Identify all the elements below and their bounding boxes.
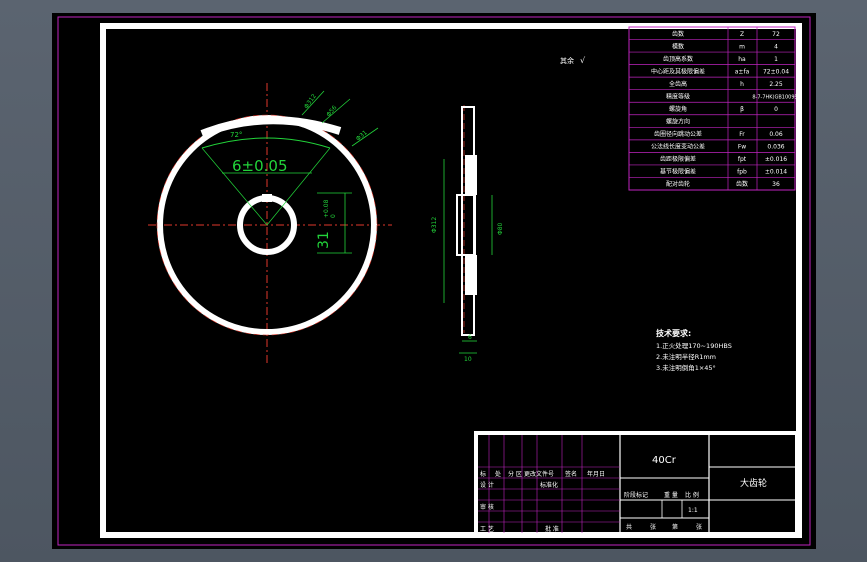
tb-r3-0: 审 核 bbox=[480, 503, 494, 511]
param-sym: fpb bbox=[737, 169, 747, 176]
param-name: 螺旋角 bbox=[669, 105, 687, 113]
param-val: 36 bbox=[772, 181, 780, 188]
param-table-frame bbox=[628, 26, 796, 191]
angle-arc bbox=[201, 137, 331, 149]
tb-r1-1: 处 bbox=[495, 470, 501, 478]
drawing-svg: 72° 6±0.05 31 +0.08 0 Φ312 Φ56 Φ31 其余 √ … bbox=[57, 16, 811, 546]
param-name: 配对齿轮 bbox=[666, 180, 690, 188]
side-height-label: Φ312 bbox=[431, 217, 438, 233]
key-depth-lower: 0 bbox=[330, 214, 337, 218]
side-view: Φ312 Φ80 6 10 bbox=[431, 105, 504, 363]
tb-r1-0: 标 bbox=[480, 470, 486, 478]
param-sym: h bbox=[740, 81, 744, 88]
param-name: 齿数 bbox=[672, 30, 684, 38]
param-name: 精度等级 bbox=[666, 92, 690, 100]
param-val: 0.06 bbox=[769, 131, 783, 138]
tb-r1-4: 签名 bbox=[565, 470, 577, 478]
hub-width-label: 6 bbox=[468, 334, 472, 341]
tech-item-1: 1.正火处理170~190HBS bbox=[656, 341, 732, 350]
param-sym: 齿数 bbox=[736, 180, 748, 188]
param-name: 中心距及其极限偏差 bbox=[651, 67, 705, 75]
tb-bottom-3: 张 bbox=[696, 523, 702, 531]
param-val: 72 bbox=[772, 31, 780, 38]
param-name: 全齿高 bbox=[669, 80, 687, 88]
dim-d2: Φ56 bbox=[325, 104, 338, 118]
title-block: 标 处 分 区 更改文件号 签名 年月日 设 计 标准化 审 核 工 艺 批 准… bbox=[474, 431, 799, 537]
tb-r2-0: 设 计 bbox=[480, 481, 494, 489]
param-sym: m bbox=[739, 43, 745, 50]
outer-frame bbox=[57, 16, 811, 546]
tb-r1-5: 年月日 bbox=[587, 470, 605, 478]
param-rows: 齿数 Z 72 模数 m 4 齿顶高系数 ha 1 中心距及其极限偏差 a±fa 72±0.04 全齿高… bbox=[629, 30, 800, 188]
angle-label: 72° bbox=[230, 131, 242, 139]
dim-d1: Φ312 bbox=[303, 93, 318, 110]
tb-stage-1: 重 量 bbox=[664, 491, 678, 499]
param-val: 1 bbox=[774, 56, 778, 63]
param-val: 4 bbox=[774, 43, 778, 50]
side-web-bot bbox=[465, 255, 477, 295]
tb-r1-3: 更改文件号 bbox=[524, 470, 554, 478]
roughness-symbol: √ bbox=[580, 56, 586, 65]
param-val: 2.25 bbox=[769, 81, 783, 88]
param-val: 0 bbox=[774, 106, 778, 113]
tech-item-3: 3.未注明倒角1×45° bbox=[656, 363, 716, 372]
param-sym: Fw bbox=[738, 144, 746, 151]
scale: 1:1 bbox=[688, 507, 698, 514]
note-other: 其余 bbox=[560, 56, 574, 65]
side-inner-label: Φ80 bbox=[497, 222, 504, 235]
tech-title: 技术要求: bbox=[656, 328, 691, 338]
tb-bottom-2: 第 bbox=[672, 523, 678, 531]
drawing-canvas: 72° 6±0.05 31 +0.08 0 Φ312 Φ56 Φ31 其余 √ … bbox=[52, 13, 816, 549]
param-sym: Fr bbox=[739, 131, 745, 138]
param-name: 螺旋方向 bbox=[666, 118, 690, 126]
tb-stage-0: 阶段标记 bbox=[624, 491, 648, 499]
side-web-top bbox=[465, 155, 477, 195]
tb-r4-1: 批 准 bbox=[545, 525, 559, 533]
param-sym: Z bbox=[740, 31, 744, 38]
param-name: 公法线长度变动公差 bbox=[651, 143, 705, 151]
param-name: 齿顶高系数 bbox=[663, 55, 693, 63]
key-depth-label: 31 bbox=[316, 231, 332, 249]
key-width-label: 6±0.05 bbox=[232, 157, 288, 175]
tech-item-2: 2.未注明半径R1mm bbox=[656, 352, 716, 361]
tb-stage-2: 比 例 bbox=[685, 491, 699, 499]
param-name: 齿圈径向跳动公差 bbox=[654, 130, 702, 138]
param-name: 模数 bbox=[672, 42, 684, 50]
tb-bottom-0: 共 bbox=[626, 523, 632, 531]
param-val: 0.036 bbox=[767, 144, 784, 151]
param-sym: fpt bbox=[738, 156, 747, 163]
key-depth-upper: +0.08 bbox=[323, 199, 330, 218]
param-name: 基节极限偏差 bbox=[660, 168, 696, 176]
param-table: 齿数 Z 72 模数 m 4 齿顶高系数 ha 1 中心距及其极限偏差 a±fa 72±0.04 全齿高… bbox=[628, 26, 800, 191]
dim-d3: Φ31 bbox=[355, 129, 369, 142]
tb-r1-2: 分 区 bbox=[508, 470, 522, 478]
param-val: 8-7-7HK(GB10095) bbox=[752, 94, 799, 100]
param-sym: β bbox=[740, 106, 744, 113]
param-name: 齿距极限偏差 bbox=[660, 155, 696, 163]
side-hub bbox=[456, 194, 476, 256]
tb-r4-0: 工 艺 bbox=[480, 525, 494, 533]
part-name: 大齿轮 bbox=[740, 477, 767, 489]
tb-bottom-1: 张 bbox=[650, 523, 656, 531]
keyway bbox=[262, 194, 272, 202]
face-width-label: 10 bbox=[464, 356, 472, 363]
tb-r2-1: 标准化 bbox=[540, 481, 558, 489]
param-sym: ha bbox=[738, 56, 746, 63]
material: 40Cr bbox=[652, 455, 677, 466]
param-sym: a±fa bbox=[735, 68, 750, 75]
param-val: ±0.014 bbox=[765, 169, 787, 176]
param-val: ±0.016 bbox=[765, 156, 787, 163]
param-val: 72±0.04 bbox=[763, 68, 789, 75]
